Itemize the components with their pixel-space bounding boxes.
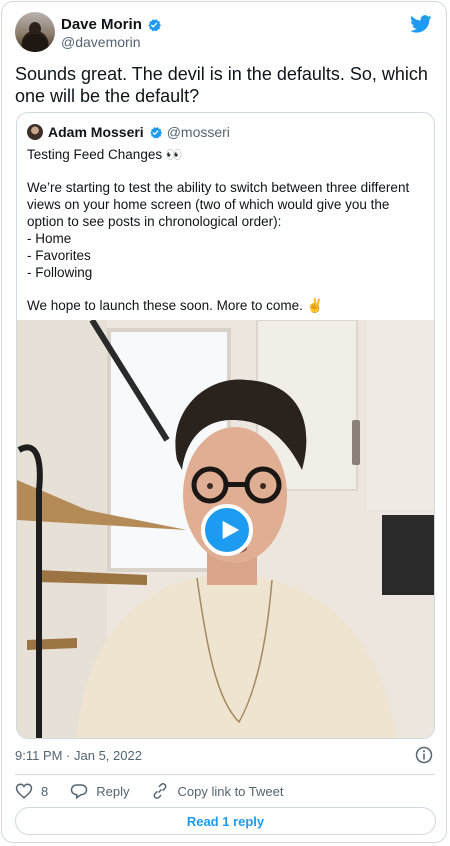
heart-icon [15, 783, 33, 799]
list-item: - Favorites [27, 248, 91, 263]
play-button[interactable] [201, 504, 253, 556]
info-icon[interactable] [415, 746, 433, 764]
verified-badge-icon [149, 126, 162, 138]
video-thumbnail[interactable] [17, 320, 434, 738]
like-button[interactable]: 8 [15, 782, 48, 800]
reply-icon [70, 784, 88, 800]
quoted-tweet-text: Testing Feed Changes 👀 We’re starting to… [27, 146, 425, 314]
quoted-author-handle[interactable]: @mosseri [167, 124, 230, 140]
author-handle[interactable]: @davemorin [61, 34, 141, 50]
copy-link-label: Copy link to Tweet [177, 783, 284, 799]
read-replies-button[interactable]: Read 1 reply [15, 807, 436, 835]
divider [15, 774, 435, 775]
quoted-title: Testing Feed Changes 👀 [27, 147, 183, 162]
quoted-author-name[interactable]: Adam Mosseri @mosseri [48, 124, 230, 140]
verified-badge-icon [148, 18, 161, 31]
author-avatar[interactable] [15, 12, 55, 52]
link-icon [154, 783, 167, 799]
list-item: - Following [27, 265, 93, 280]
reply-button[interactable]: Reply [70, 782, 129, 800]
play-icon [222, 520, 240, 540]
tweet-actions: 8 Reply Copy link to Tweet [15, 782, 305, 800]
quoted-paragraph: We’re starting to test the ability to sw… [27, 180, 410, 229]
twitter-bird-icon[interactable] [410, 13, 432, 35]
quoted-author-avatar[interactable] [27, 124, 43, 140]
quoted-closing: We hope to launch these soon. More to co… [27, 298, 324, 313]
reply-label: Reply [96, 783, 130, 799]
author-name[interactable]: Dave Morin [61, 16, 162, 33]
tweet-timestamp[interactable]: 9:11 PM · Jan 5, 2022 [15, 748, 142, 763]
tweet-text: Sounds great. The devil is in the defaul… [15, 64, 428, 106]
quoted-tweet[interactable]: Adam Mosseri @mosseri Testing Feed Chang… [16, 112, 435, 739]
list-item: - Home [27, 231, 72, 246]
copy-link-button[interactable]: Copy link to Tweet [151, 782, 283, 800]
like-count: 8 [41, 783, 49, 799]
tweet-card: Dave Morin @davemorin Sounds great. The … [1, 1, 447, 843]
